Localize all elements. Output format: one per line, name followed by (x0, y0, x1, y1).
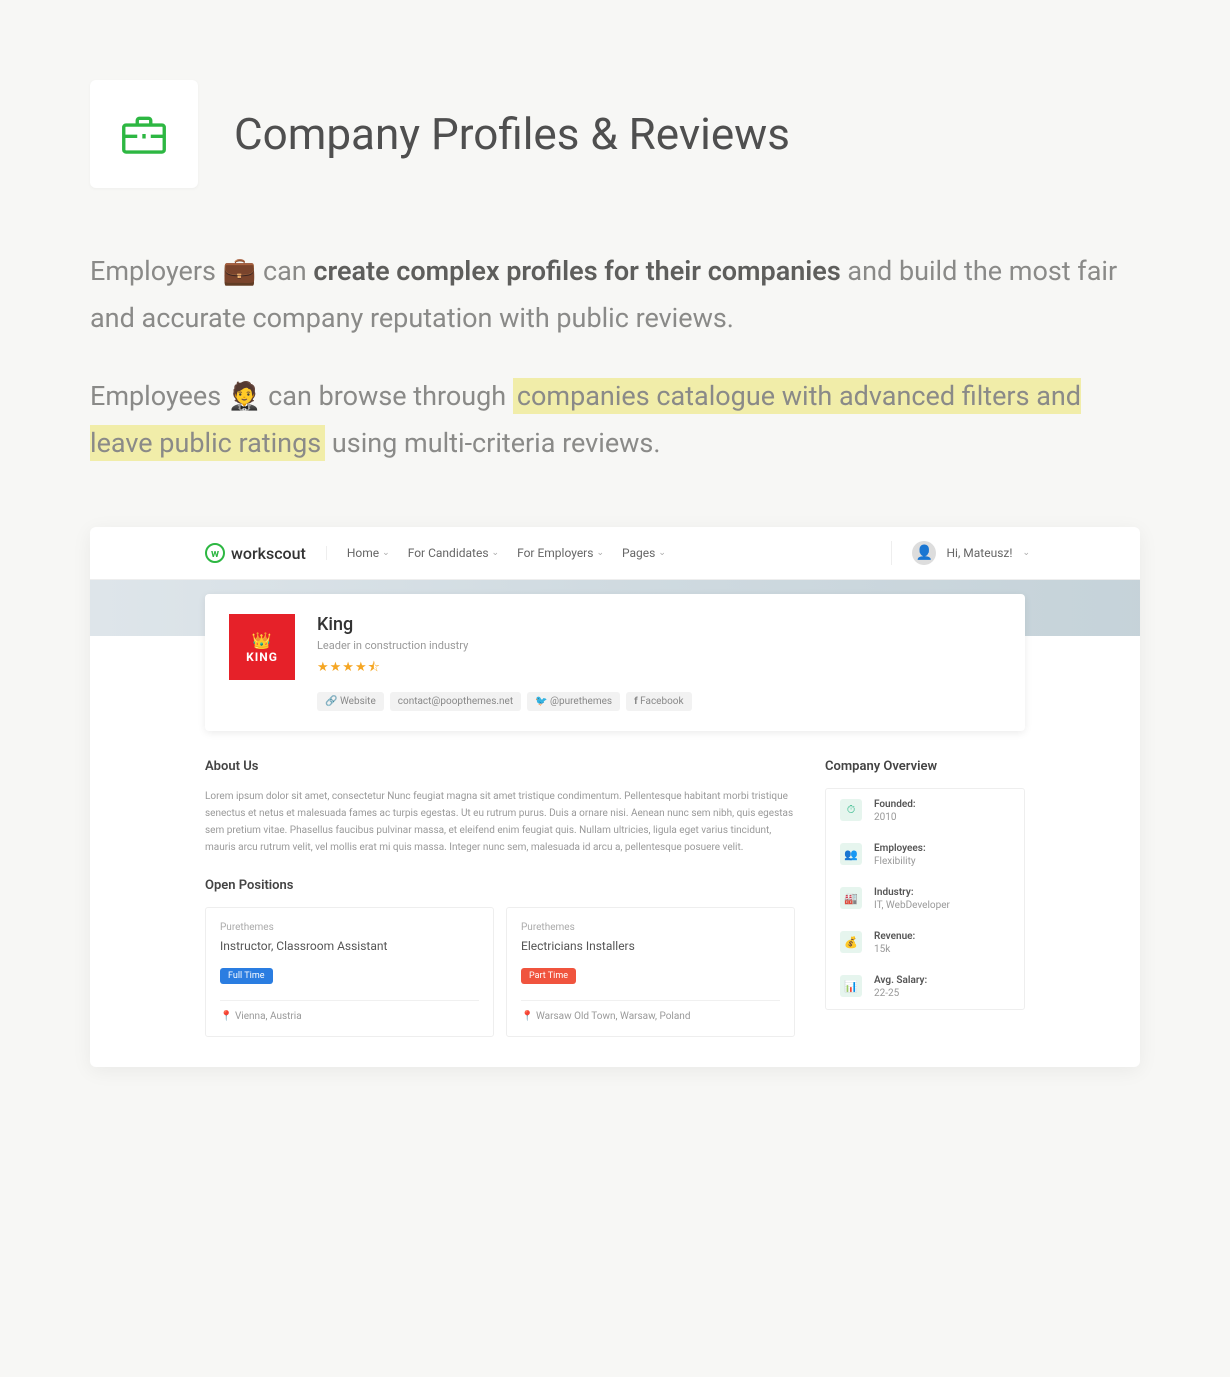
positions-list: Purethemes Instructor, Classroom Assista… (205, 907, 795, 1037)
paragraph-employers: Employers 💼 can create complex profiles … (90, 248, 1140, 343)
briefcase-emoji: 💼 (223, 255, 257, 287)
position-card[interactable]: Purethemes Electricians Installers Part … (506, 907, 795, 1037)
page-header: Company Profiles & Reviews (90, 80, 1140, 188)
overview-label: Employees: (874, 843, 926, 854)
positions-title: Open Positions (205, 878, 795, 893)
badge-twitter[interactable]: 🐦 @purethemes (527, 692, 620, 711)
overview-box: ⏱ Founded: 2010 👥 Employees: Flexibility 🏭… (825, 788, 1025, 1010)
briefcase-icon-box (90, 80, 198, 188)
overview-item: 👥 Employees: Flexibility (826, 833, 1024, 877)
badge-facebook[interactable]: f Facebook (626, 692, 692, 711)
position-company: Purethemes (220, 922, 479, 933)
right-column: Company Overview ⏱ Founded: 2010 👥 Employ… (825, 759, 1025, 1037)
star-rating: ★★★★⯪ (317, 658, 1001, 680)
badge-website[interactable]: 🔗 Website (317, 692, 384, 711)
briefcase-icon (117, 107, 171, 161)
overview-label: Industry: (874, 887, 950, 898)
overview-item: ⏱ Founded: 2010 (826, 789, 1024, 833)
position-location: 📍 Vienna, Austria (220, 1000, 479, 1022)
nav-employers[interactable]: For Employers ⌄ (517, 546, 604, 560)
about-text: Lorem ipsum dolor sit amet, consectetur … (205, 788, 795, 856)
badge-email[interactable]: contact@poopthemes.net (390, 692, 521, 711)
user-greeting: Hi, Mateusz! (946, 546, 1012, 560)
overview-item: 📊 Avg. Salary: 22-25 (826, 965, 1024, 1009)
ws-nav: Home ⌄ For Candidates ⌄ For Employers ⌄ … (326, 546, 666, 560)
nav-home[interactable]: Home ⌄ (347, 546, 390, 560)
industry-icon: 🏭 (840, 887, 862, 909)
overview-label: Founded: (874, 799, 916, 810)
left-column: About Us Lorem ipsum dolor sit amet, con… (205, 759, 795, 1037)
chevron-down-icon: ⌄ (596, 548, 604, 558)
chevron-down-icon: ⌄ (382, 548, 390, 558)
ws-logo-text: workscout (231, 544, 306, 563)
nav-candidates[interactable]: For Candidates ⌄ (408, 546, 499, 560)
company-card: 👑 KING King Leader in construction indus… (205, 594, 1025, 731)
ws-header: w workscout Home ⌄ For Candidates ⌄ For … (90, 527, 1140, 580)
overview-label: Avg. Salary: (874, 975, 927, 986)
people-icon: 👥 (840, 843, 862, 865)
overview-item: 🏭 Industry: IT, WebDeveloper (826, 877, 1024, 921)
overview-label: Revenue: (874, 931, 915, 942)
overview-value: IT, WebDeveloper (874, 900, 950, 911)
chevron-down-icon: ⌄ (1022, 548, 1030, 558)
ws-main: 👑 KING King Leader in construction indus… (90, 594, 1140, 1067)
user-menu[interactable]: 👤 Hi, Mateusz! ⌄ (891, 541, 1030, 565)
position-company: Purethemes (521, 922, 780, 933)
person-emoji: 🤵 (228, 380, 262, 412)
position-location: 📍 Warsaw Old Town, Warsaw, Poland (521, 1000, 780, 1022)
page-title: Company Profiles & Reviews (234, 108, 790, 160)
overview-value: 2010 (874, 812, 916, 823)
ws-logo[interactable]: w workscout (205, 543, 306, 563)
chevron-down-icon: ⌄ (658, 548, 666, 558)
avatar-icon: 👤 (912, 541, 936, 565)
overview-value: 15k (874, 944, 915, 955)
paragraph-employees: Employees 🤵 can browse through companies… (90, 373, 1140, 468)
emphasized-text: create complex profiles for their compan… (313, 255, 840, 287)
ws-body: About Us Lorem ipsum dolor sit amet, con… (205, 759, 1025, 1037)
company-logo: 👑 KING (229, 614, 295, 680)
position-title: Instructor, Classroom Assistant (220, 939, 479, 953)
chart-icon: 📊 (840, 975, 862, 997)
ws-logo-icon: w (205, 543, 225, 563)
company-name: King (317, 614, 1001, 635)
money-icon: 💰 (840, 931, 862, 953)
clock-icon: ⏱ (840, 799, 862, 821)
overview-title: Company Overview (825, 759, 1025, 774)
nav-pages[interactable]: Pages ⌄ (622, 546, 666, 560)
position-card[interactable]: Purethemes Instructor, Classroom Assista… (205, 907, 494, 1037)
position-type-badge: Full Time (220, 968, 273, 984)
chevron-down-icon: ⌄ (492, 548, 500, 558)
overview-value: 22-25 (874, 988, 927, 999)
company-badges: 🔗 Website contact@poopthemes.net 🐦 @pure… (317, 692, 1001, 711)
overview-item: 💰 Revenue: 15k (826, 921, 1024, 965)
company-tagline: Leader in construction industry (317, 639, 1001, 652)
position-type-badge: Part Time (521, 968, 576, 984)
overview-value: Flexibility (874, 856, 926, 867)
company-info: King Leader in construction industry ★★★… (317, 614, 1001, 711)
screenshot-preview: w workscout Home ⌄ For Candidates ⌄ For … (90, 527, 1140, 1067)
crown-icon: 👑 (252, 631, 273, 650)
position-title: Electricians Installers (521, 939, 780, 953)
about-title: About Us (205, 759, 795, 774)
